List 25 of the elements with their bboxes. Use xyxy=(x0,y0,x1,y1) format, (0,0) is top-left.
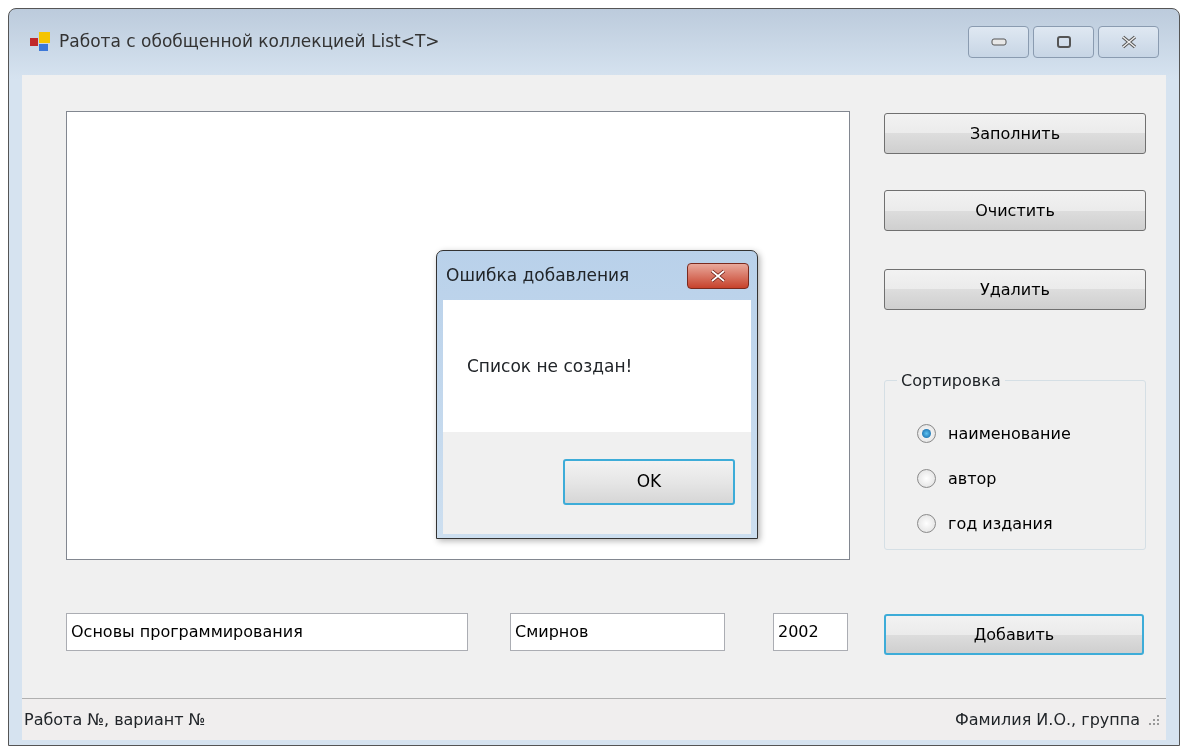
action-button[interactable]: Очистить xyxy=(884,190,1146,231)
input-field[interactable]: Смирнов xyxy=(510,612,725,651)
maximize-icon xyxy=(1056,36,1071,48)
status-text: Работа №, вариант № xyxy=(24,708,206,731)
radio-option[interactable]: наименование xyxy=(917,411,1071,456)
radio-option[interactable]: год издания xyxy=(917,501,1053,546)
status-text: Фамилия И.О., группа xyxy=(954,708,1140,731)
resize-grip-icon[interactable] xyxy=(1148,713,1160,726)
app-icon xyxy=(29,31,51,53)
dialog-message: Список не создан! xyxy=(467,356,633,376)
close-icon xyxy=(1119,35,1138,49)
action-button[interactable]: Заполнить xyxy=(884,113,1146,154)
maximize-button[interactable] xyxy=(1033,26,1094,58)
input-field[interactable]: Основы программирования xyxy=(66,612,468,651)
radio-option[interactable]: автор xyxy=(917,456,997,501)
minimize-icon xyxy=(990,38,1007,46)
dialog-title: Ошибка добавления xyxy=(446,263,630,287)
dialog-close-button[interactable] xyxy=(687,262,749,289)
ok-button[interactable]: OK xyxy=(563,459,735,505)
input-field[interactable]: 2002 xyxy=(773,612,848,651)
close-button[interactable] xyxy=(1098,26,1159,58)
add-button[interactable]: Добавить xyxy=(884,614,1144,655)
window-title: Работа с обобщенной коллекцией List<T> xyxy=(59,30,440,54)
action-button[interactable]: Удалить xyxy=(884,269,1146,310)
close-icon xyxy=(709,268,727,283)
